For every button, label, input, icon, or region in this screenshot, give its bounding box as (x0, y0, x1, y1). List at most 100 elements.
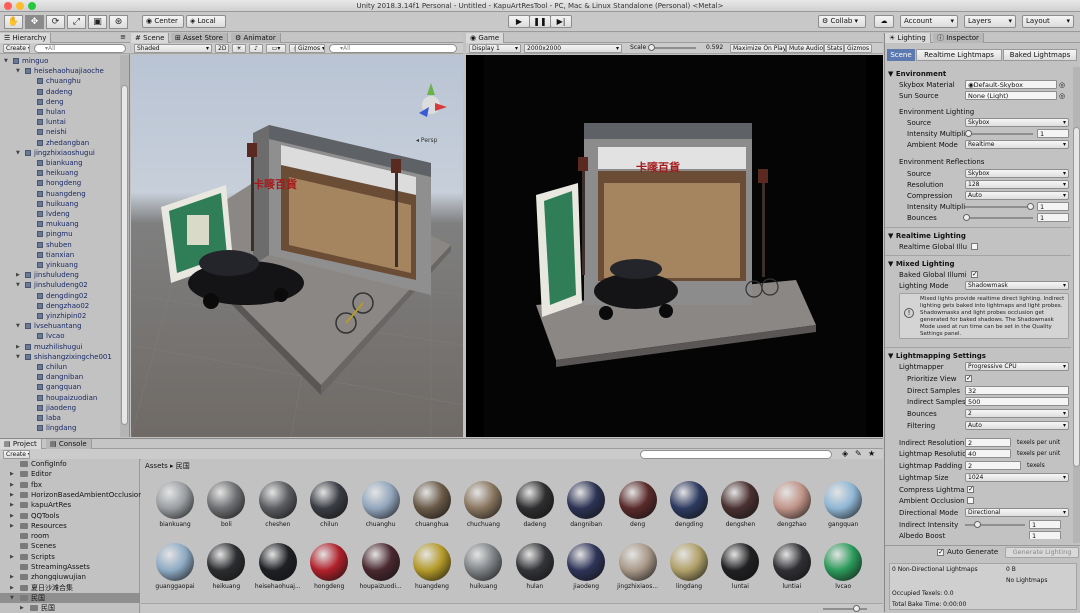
material-asset[interactable]: guanggaopai (151, 543, 199, 603)
expand-arrow-icon[interactable]: ▼ (16, 148, 20, 158)
hierarchy-scroll-thumb[interactable] (121, 85, 128, 425)
folder-row[interactable]: ▼ 民国 (0, 592, 140, 604)
rect-tool-icon[interactable]: ▣ (88, 15, 107, 29)
material-asset[interactable]: chuanghua (408, 481, 456, 541)
ref-bounces-knob[interactable] (963, 214, 971, 221)
material-asset[interactable]: deng (614, 481, 662, 541)
collapse-arrow-icon[interactable]: ▶ (10, 521, 14, 531)
hierarchy-row[interactable]: yinkuang (0, 260, 120, 270)
material-asset[interactable]: hulan (511, 543, 559, 603)
collapse-arrow-icon[interactable]: ▶ (10, 511, 14, 521)
step-button[interactable]: ▶| (550, 15, 572, 28)
transform-tool-icon[interactable]: ⊛ (109, 15, 128, 29)
material-asset[interactable]: lingdang (665, 543, 713, 603)
hierarchy-row[interactable]: dengzhao02 (0, 301, 120, 311)
material-asset[interactable]: heikuang (202, 543, 250, 603)
hierarchy-row[interactable]: lvcao (0, 331, 120, 341)
ref-bounces-field[interactable]: 1 (1037, 213, 1069, 222)
hierarchy-row[interactable]: huangdeng (0, 189, 120, 199)
folder-row[interactable]: ▶ Resources (0, 521, 140, 531)
folder-row[interactable]: Scenes (0, 541, 140, 551)
indirect-intensity-knob[interactable] (974, 521, 981, 528)
hierarchy-scrollbar[interactable] (120, 55, 129, 437)
tab-asset-store[interactable]: ⊞ Asset Store (171, 33, 228, 43)
hierarchy-row[interactable]: mukuang (0, 219, 120, 229)
filter-type-icon[interactable]: ◈ (842, 449, 848, 458)
expand-arrow-icon[interactable]: ▼ (4, 56, 8, 66)
hierarchy-create-button[interactable]: Create ▾ (3, 44, 30, 53)
ref-intensity-field[interactable]: 1 (1037, 202, 1069, 211)
lightmap-size-dropdown[interactable]: 1024 (965, 473, 1069, 482)
env-source-dropdown[interactable]: Skybox (965, 118, 1069, 127)
maximize-on-play-toggle[interactable]: Maximize On Play (730, 44, 786, 53)
folder-row[interactable]: ▶ kapuArtRes (0, 500, 140, 510)
baked-gi-checkbox[interactable]: ✓ (971, 271, 978, 278)
hierarchy-row[interactable]: ▼ lvsehuantang (0, 321, 120, 331)
material-asset[interactable]: houpaizuodi... (357, 543, 405, 603)
collapse-arrow-icon[interactable]: ▶ (10, 572, 14, 582)
folder-row[interactable]: StreamingAssets (0, 562, 140, 572)
icon-size-knob[interactable] (853, 605, 860, 612)
material-asset[interactable]: biankuang (151, 481, 199, 541)
gizmos-dropdown[interactable]: Gizmos ▾ (295, 44, 325, 53)
indirect-resolution-field[interactable]: 2 (965, 438, 1011, 447)
tab-game[interactable]: ◉ Game (466, 33, 505, 43)
hierarchy-row[interactable]: biankuang (0, 158, 120, 168)
zoom-window-icon[interactable] (28, 2, 36, 10)
minimize-window-icon[interactable] (16, 2, 24, 10)
collapse-arrow-icon[interactable]: ▶ (16, 270, 20, 280)
account-dropdown[interactable]: Account ▾ (900, 15, 958, 28)
ambient-occlusion-checkbox[interactable] (967, 497, 974, 504)
collapse-arrow-icon[interactable]: ▶ (10, 500, 14, 510)
hierarchy-row[interactable]: chilun (0, 362, 120, 372)
cloud-button[interactable]: ☁ (874, 15, 894, 28)
collapse-arrow-icon[interactable]: ▶ (10, 583, 14, 593)
expand-arrow-icon[interactable]: ▼ (16, 321, 20, 331)
scale-slider-knob[interactable] (648, 44, 655, 51)
tab-lighting[interactable]: ☀ Lighting (885, 33, 931, 43)
hierarchy-row[interactable]: houpaizuodian (0, 393, 120, 403)
scale-slider[interactable] (648, 44, 696, 51)
hierarchy-row[interactable]: lvdeng (0, 209, 120, 219)
ref-bounces-slider[interactable] (963, 214, 1033, 221)
folder-row[interactable]: room (0, 531, 140, 541)
env-intensity-slider[interactable] (965, 130, 1033, 137)
scene-effects-dropdown[interactable]: ▭▾ (266, 44, 286, 53)
material-asset[interactable]: lvcao (819, 543, 867, 603)
hierarchy-row[interactable]: shuben (0, 240, 120, 250)
hierarchy-row[interactable]: gangquan (0, 382, 120, 392)
hierarchy-row[interactable]: ▼ heisehaohuajiaoche (0, 66, 120, 76)
material-asset[interactable]: boli (202, 481, 250, 541)
lighting-mode-dropdown[interactable]: Shadowmask (965, 281, 1069, 290)
folder-row[interactable]: ▶ fbx (0, 480, 140, 490)
direct-samples-field[interactable]: 32 (965, 386, 1069, 395)
compress-lightmaps-checkbox[interactable]: ✓ (967, 486, 974, 493)
pivot-center-button[interactable]: ◉ Center (142, 15, 184, 28)
hierarchy-row[interactable]: ▶ jinshuludeng (0, 270, 120, 280)
display-dropdown[interactable]: Display 1 ▾ (469, 44, 521, 53)
hierarchy-row[interactable]: hongdeng (0, 178, 120, 188)
game-gizmos-dropdown[interactable]: Gizmos ▾ (844, 44, 872, 53)
lighting-scroll-thumb[interactable] (1073, 127, 1080, 467)
hierarchy-row[interactable]: huikuang (0, 199, 120, 209)
hierarchy-row[interactable]: dadeng (0, 87, 120, 97)
rotate-tool-icon[interactable]: ⟳ (46, 15, 65, 29)
material-asset[interactable]: gangquan (819, 481, 867, 541)
folder-row[interactable]: ▶ HorizonBasedAmbientOcclusion (0, 490, 143, 500)
subtab-baked-lightmaps[interactable]: Baked Lightmaps (1003, 49, 1077, 61)
hierarchy-row[interactable]: ▼ minguo (0, 56, 120, 66)
ref-compression-dropdown[interactable]: Auto (965, 191, 1069, 200)
material-asset[interactable]: jiaodeng (562, 543, 610, 603)
env-intensity-field[interactable]: 1 (1037, 129, 1069, 138)
hierarchy-row[interactable]: heikuang (0, 168, 120, 178)
ref-source-dropdown[interactable]: Skybox (965, 169, 1069, 178)
folder-row[interactable]: ▶ zhongqiuwujian (0, 572, 140, 582)
ref-resolution-dropdown[interactable]: 128 (965, 180, 1069, 189)
scale-tool-icon[interactable]: ⤢ (67, 15, 86, 29)
project-create-button[interactable]: Create ▾ (3, 450, 30, 459)
material-asset[interactable]: luntiai (768, 543, 816, 603)
hierarchy-row[interactable]: laba (0, 413, 120, 423)
material-asset[interactable]: jingzhixiaos... (614, 543, 662, 603)
hierarchy-row[interactable]: hulan (0, 107, 120, 117)
stats-toggle[interactable]: Stats (824, 44, 844, 53)
